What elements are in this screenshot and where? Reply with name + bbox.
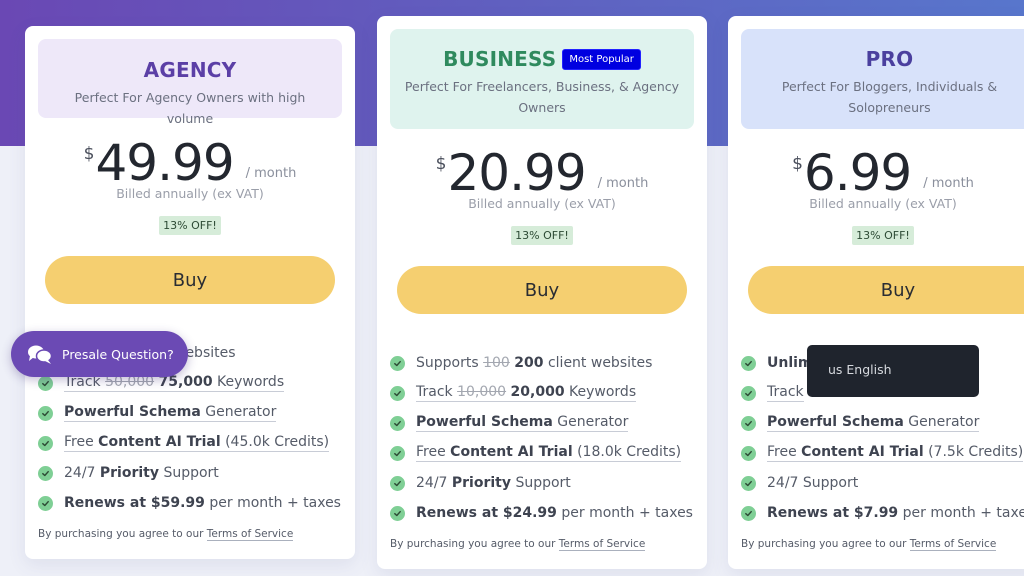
price-currency: $ <box>83 144 95 164</box>
price-period: / month <box>597 176 649 191</box>
feature-item: Free Content AI Trial (7.5k Credits) <box>741 438 1024 468</box>
feature-item: 24/7 Support <box>741 468 1024 498</box>
discount-badge: 13% OFF! <box>852 226 914 245</box>
feature-text: 24/7 Priority Support <box>416 474 571 491</box>
check-icon <box>390 475 405 491</box>
plan-title: BUSINESS <box>443 47 557 71</box>
check-icon <box>38 465 53 481</box>
feature-text: Free Content AI Trial (18.0k Credits) <box>416 444 682 462</box>
feature-text: 24/7 Priority Support <box>64 464 219 481</box>
check-icon <box>390 505 405 521</box>
price-block: $ 49.99 / month Billed annually (ex VAT)… <box>25 134 355 235</box>
terms-text: By purchasing you agree to our <box>741 538 910 550</box>
check-icon <box>741 505 756 521</box>
check-icon <box>38 405 53 421</box>
terms-of-service-link[interactable]: Terms of Service <box>909 538 997 551</box>
plan-header: AGENCY Perfect For Agency Owners with hi… <box>38 39 342 126</box>
feature-text: Powerful Schema Generator <box>767 414 980 432</box>
check-icon <box>390 355 405 371</box>
feature-text: Free Content AI Trial (45.0k Credits) <box>64 434 330 452</box>
terms-of-service-link[interactable]: Terms of Service <box>558 538 646 551</box>
plan-header: BUSINESS Most Popular Perfect For Freela… <box>390 29 694 129</box>
price-block: $ 20.99 / month Billed annually (ex VAT)… <box>377 144 707 245</box>
feature-item: Free Content AI Trial (18.0k Credits) <box>390 438 697 468</box>
feature-list: Supports 100 200 client websites Track 10… <box>390 348 697 528</box>
price-period: / month <box>923 176 974 191</box>
feature-text: Supports 100 200 client websites <box>416 354 653 371</box>
terms-note: By purchasing you agree to our Terms of … <box>741 538 997 551</box>
language-option[interactable]: us English <box>828 362 892 377</box>
discount-badge: 13% OFF! <box>159 216 221 235</box>
plan-title: PRO <box>865 47 914 71</box>
check-icon <box>38 495 53 511</box>
plan-card-pro: PRO Perfect For Bloggers, Individuals & … <box>728 16 1024 569</box>
billing-note: Billed annually (ex VAT) <box>468 196 616 211</box>
discount-badge: 13% OFF! <box>511 226 573 245</box>
plan-title: AGENCY <box>143 58 237 82</box>
price-amount: 6.99 <box>803 144 912 202</box>
billing-note: Billed annually (ex VAT) <box>809 196 957 211</box>
terms-text: By purchasing you agree to our <box>390 538 559 550</box>
feature-item: Supports 100 200 client websites <box>390 348 697 378</box>
buy-button-agency[interactable]: Buy <box>45 256 335 304</box>
check-icon <box>38 435 53 451</box>
feature-text: Track <box>767 384 804 402</box>
feature-item: 24/7 Priority Support <box>390 468 697 498</box>
feature-text: Unlim <box>767 354 813 371</box>
feature-item: Renews at $7.99 per month + taxes <box>741 498 1024 528</box>
price-currency: $ <box>792 154 803 174</box>
terms-note: By purchasing you agree to our Terms of … <box>38 528 294 541</box>
terms-text: By purchasing you agree to our <box>38 528 207 540</box>
check-icon <box>741 355 756 371</box>
feature-text: 24/7 Support <box>767 474 859 491</box>
terms-of-service-link[interactable]: Terms of Service <box>206 528 294 541</box>
check-icon <box>741 415 756 431</box>
feature-item: Track 10,000 20,000 Keywords <box>390 378 697 408</box>
feature-item: 24/7 Priority Support <box>38 458 345 488</box>
check-icon <box>38 375 53 391</box>
plan-subtitle: Perfect For Freelancers, Business, & Age… <box>404 79 680 115</box>
feature-item: Free Content AI Trial (45.0k Credits) <box>38 428 345 458</box>
presale-label: Presale Question? <box>62 346 174 362</box>
check-icon <box>741 445 756 461</box>
feature-text: Renews at $7.99 per month + taxes <box>767 504 1024 521</box>
buy-button-pro[interactable]: Buy <box>748 266 1024 314</box>
price-amount: 20.99 <box>447 144 586 202</box>
buy-button-business[interactable]: Buy <box>397 266 687 314</box>
price-block: $ 6.99 / month Billed annually (ex VAT) … <box>728 144 1024 245</box>
plan-card-agency: AGENCY Perfect For Agency Owners with hi… <box>25 26 355 559</box>
language-popup[interactable]: us English <box>807 345 979 397</box>
check-icon <box>741 475 756 491</box>
feature-text: Renews at $59.99 per month + taxes <box>64 494 341 511</box>
plan-header: PRO Perfect For Bloggers, Individuals & … <box>741 29 1024 129</box>
plan-card-business: BUSINESS Most Popular Perfect For Freela… <box>377 16 707 569</box>
price-currency: $ <box>435 154 447 174</box>
feature-item: Powerful Schema Generator <box>38 398 345 428</box>
most-popular-badge: Most Popular <box>562 48 641 70</box>
feature-text: Free Content AI Trial (7.5k Credits) <box>767 444 1024 462</box>
chat-bubbles-icon <box>28 345 53 364</box>
feature-text: Powerful Schema Generator <box>64 404 277 422</box>
price-amount: 49.99 <box>95 134 234 192</box>
check-icon <box>741 385 756 401</box>
feature-item: Renews at $24.99 per month + taxes <box>390 498 697 528</box>
feature-item: Renews at $59.99 per month + taxes <box>38 488 345 518</box>
presale-question-button[interactable]: Presale Question? <box>11 331 188 377</box>
terms-note: By purchasing you agree to our Terms of … <box>390 538 646 551</box>
price-period: / month <box>245 166 297 181</box>
plan-subtitle: Perfect For Agency Owners with high volu… <box>74 90 306 126</box>
check-icon <box>390 415 405 431</box>
billing-note: Billed annually (ex VAT) <box>116 186 264 201</box>
check-icon <box>390 385 405 401</box>
feature-item: Powerful Schema Generator <box>390 408 697 438</box>
feature-item: Powerful Schema Generator <box>741 408 1024 438</box>
feature-text: Renews at $24.99 per month + taxes <box>416 504 693 521</box>
check-icon <box>390 445 405 461</box>
feature-text: Track 10,000 20,000 Keywords <box>416 384 637 402</box>
feature-text: Powerful Schema Generator <box>416 414 629 432</box>
plan-subtitle: Perfect For Bloggers, Individuals & Solo… <box>781 79 998 115</box>
